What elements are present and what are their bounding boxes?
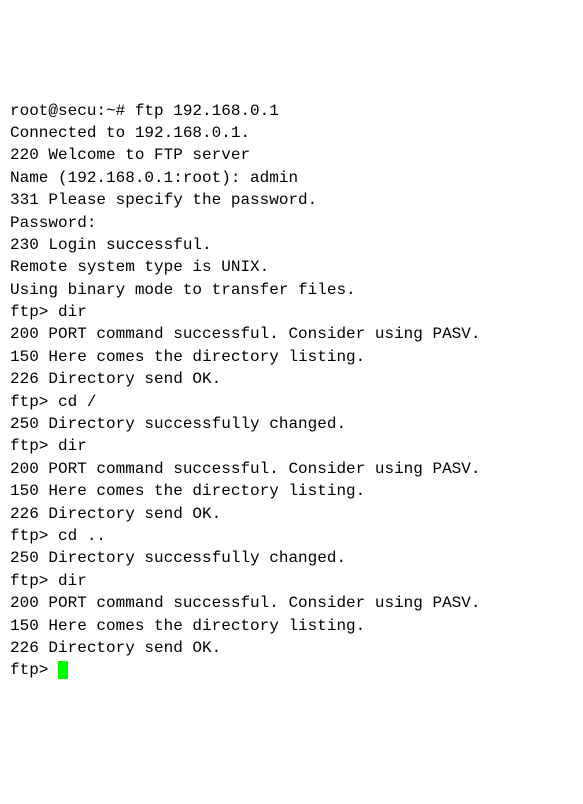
terminal-line: 226 Directory send OK.: [10, 503, 573, 525]
terminal-line: 200 PORT command successful. Consider us…: [10, 458, 573, 480]
terminal-line: 220 Welcome to FTP server: [10, 144, 573, 166]
terminal-line: root@secu:~# ftp 192.168.0.1: [10, 100, 573, 122]
ftp-prompt: ftp>: [10, 661, 58, 679]
terminal-line: 150 Here comes the directory listing.: [10, 480, 573, 502]
terminal-line: Name (192.168.0.1:root): admin: [10, 167, 573, 189]
terminal-line: ftp> dir: [10, 435, 573, 457]
terminal-line: 200 PORT command successful. Consider us…: [10, 323, 573, 345]
terminal-line: Connected to 192.168.0.1.: [10, 122, 573, 144]
terminal-line: ftp> cd /: [10, 391, 573, 413]
terminal-line: 331 Please specify the password.: [10, 189, 573, 211]
terminal-line: ftp> dir: [10, 570, 573, 592]
terminal-prompt-line[interactable]: ftp>: [10, 659, 573, 681]
terminal-line: Using binary mode to transfer files.: [10, 279, 573, 301]
terminal-line: 250 Directory successfully changed.: [10, 547, 573, 569]
terminal-line: ftp> dir: [10, 301, 573, 323]
terminal-line: Remote system type is UNIX.: [10, 256, 573, 278]
terminal-line: 150 Here comes the directory listing.: [10, 346, 573, 368]
cursor-icon: [58, 661, 68, 679]
terminal-line: 200 PORT command successful. Consider us…: [10, 592, 573, 614]
terminal-line: 250 Directory successfully changed.: [10, 413, 573, 435]
terminal-line: 226 Directory send OK.: [10, 637, 573, 659]
terminal-line: ftp> cd ..: [10, 525, 573, 547]
terminal-line: 230 Login successful.: [10, 234, 573, 256]
terminal-line: Password:: [10, 212, 573, 234]
terminal-line: 226 Directory send OK.: [10, 368, 573, 390]
terminal-line: 150 Here comes the directory listing.: [10, 615, 573, 637]
